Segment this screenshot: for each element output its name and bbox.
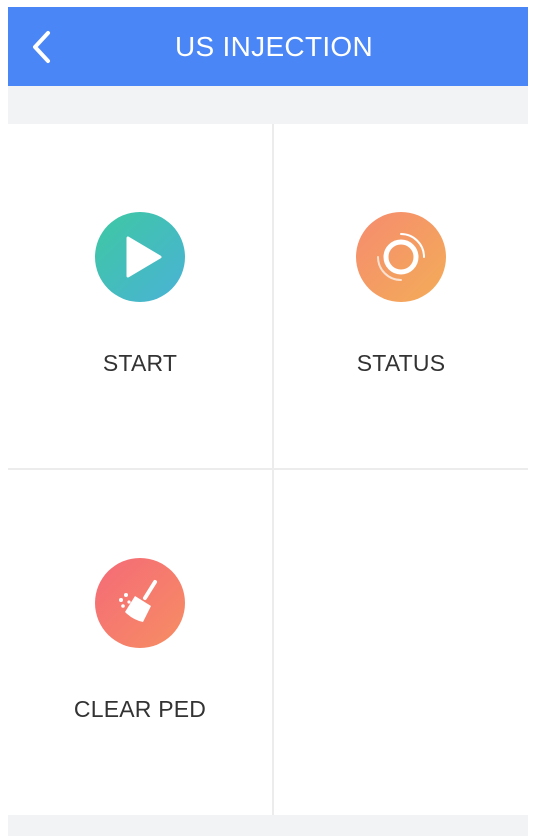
chevron-left-icon — [33, 31, 50, 63]
play-icon — [95, 212, 185, 302]
broom-icon — [95, 558, 185, 648]
page-title: US INJECTION — [174, 30, 374, 62]
start-label: START — [102, 350, 178, 376]
grid-divider-horizontal — [8, 468, 528, 470]
app-header: US INJECTION — [8, 7, 528, 86]
clear-ped-label: CLEAR PED — [73, 696, 207, 722]
status-ring-icon — [356, 212, 446, 302]
status-tile[interactable]: STATUS — [274, 212, 528, 377]
clear-ped-tile[interactable]: CLEAR PED — [8, 558, 272, 723]
start-tile[interactable]: START — [8, 212, 272, 377]
status-label: STATUS — [356, 350, 446, 376]
app-screen: US INJECTION START STATUS CLEAR PED — [0, 0, 536, 836]
top-spacer-band — [8, 86, 528, 124]
action-grid: START STATUS CLEAR PED — [8, 124, 528, 815]
bottom-spacer-band — [8, 815, 528, 836]
back-button[interactable] — [22, 25, 62, 69]
